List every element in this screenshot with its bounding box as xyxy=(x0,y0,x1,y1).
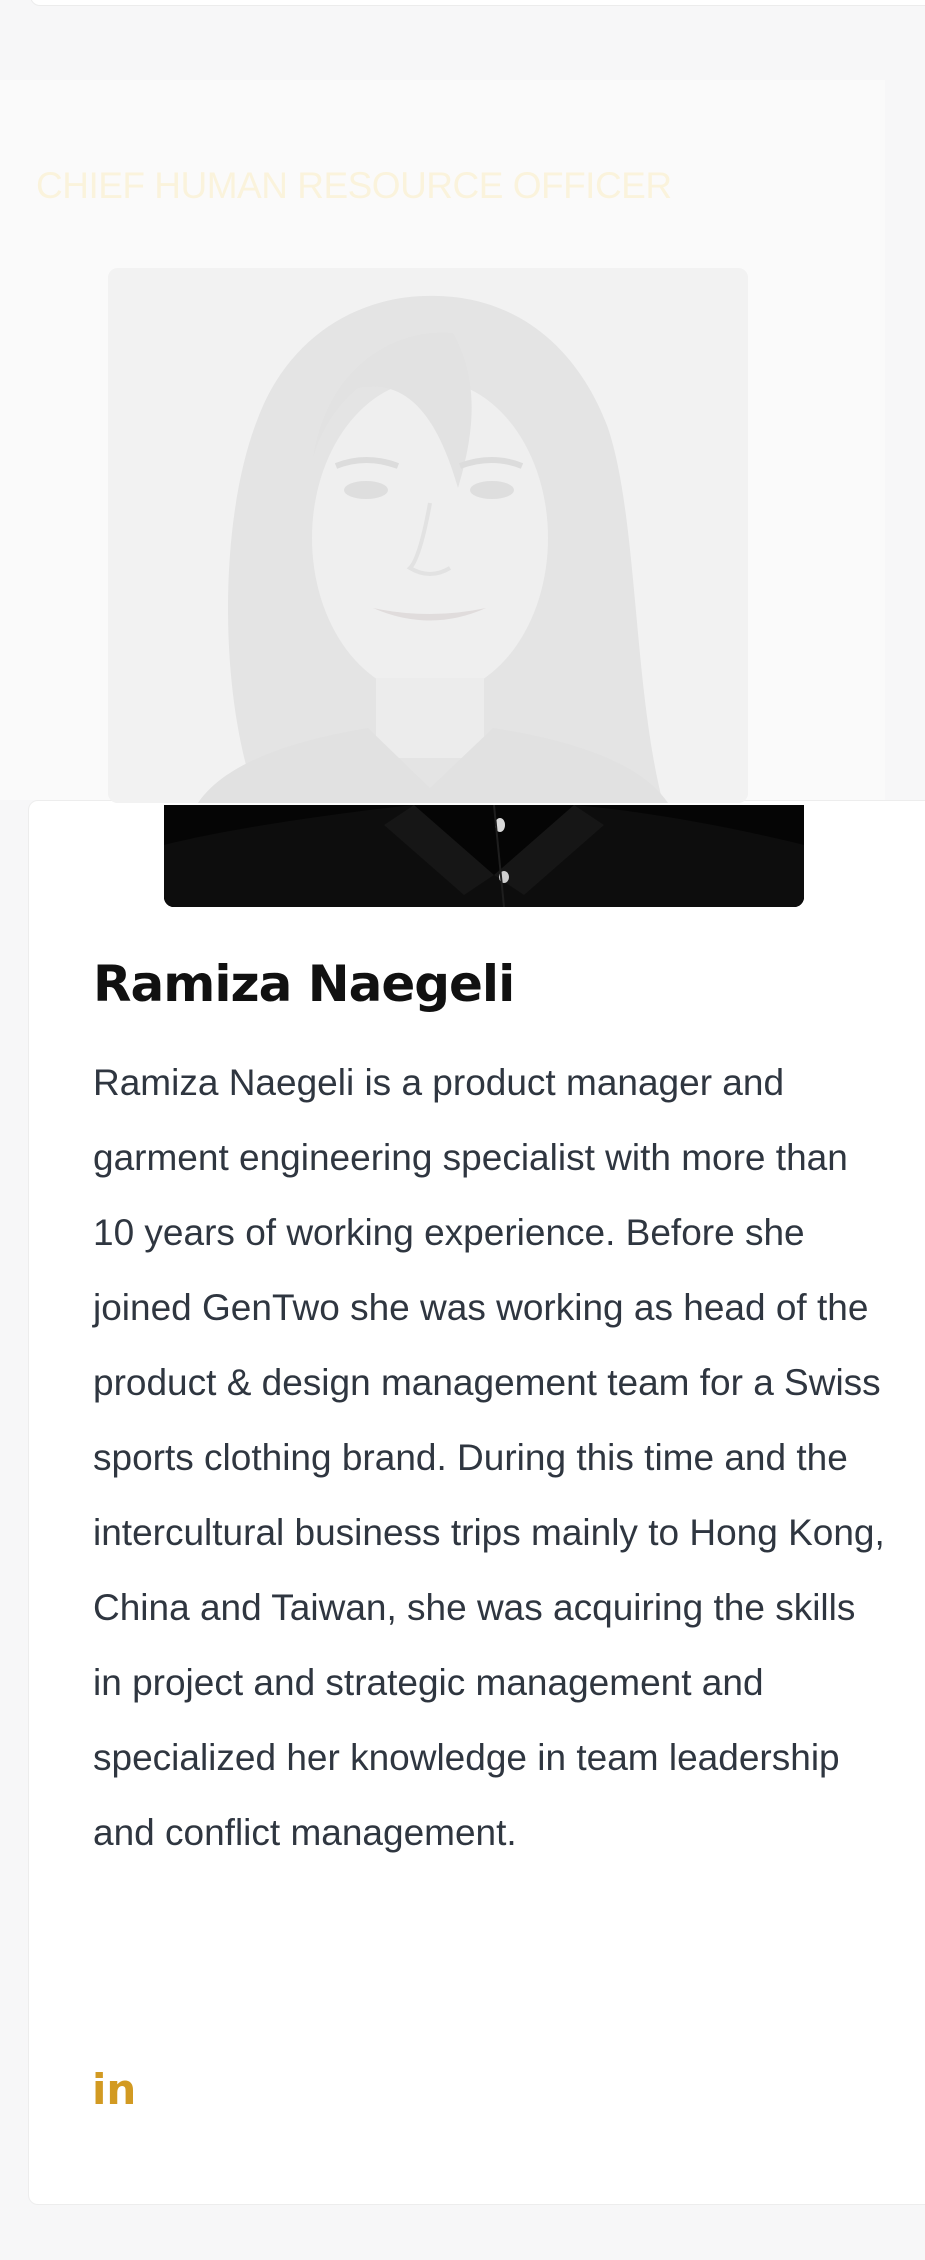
previous-card xyxy=(30,0,925,6)
portrait-image xyxy=(108,268,748,803)
member-photo xyxy=(108,268,748,803)
member-bio: Ramiza Naegeli is a product manager and … xyxy=(93,1062,885,1853)
linkedin-icon[interactable]: in xyxy=(92,2065,136,2114)
member-name: Ramiza Naegeli xyxy=(93,955,515,1013)
shirt-image xyxy=(164,805,804,907)
job-title: CHIEF HUMAN RESOURCE OFFICER xyxy=(36,165,672,206)
member-photo-lower xyxy=(164,805,804,907)
